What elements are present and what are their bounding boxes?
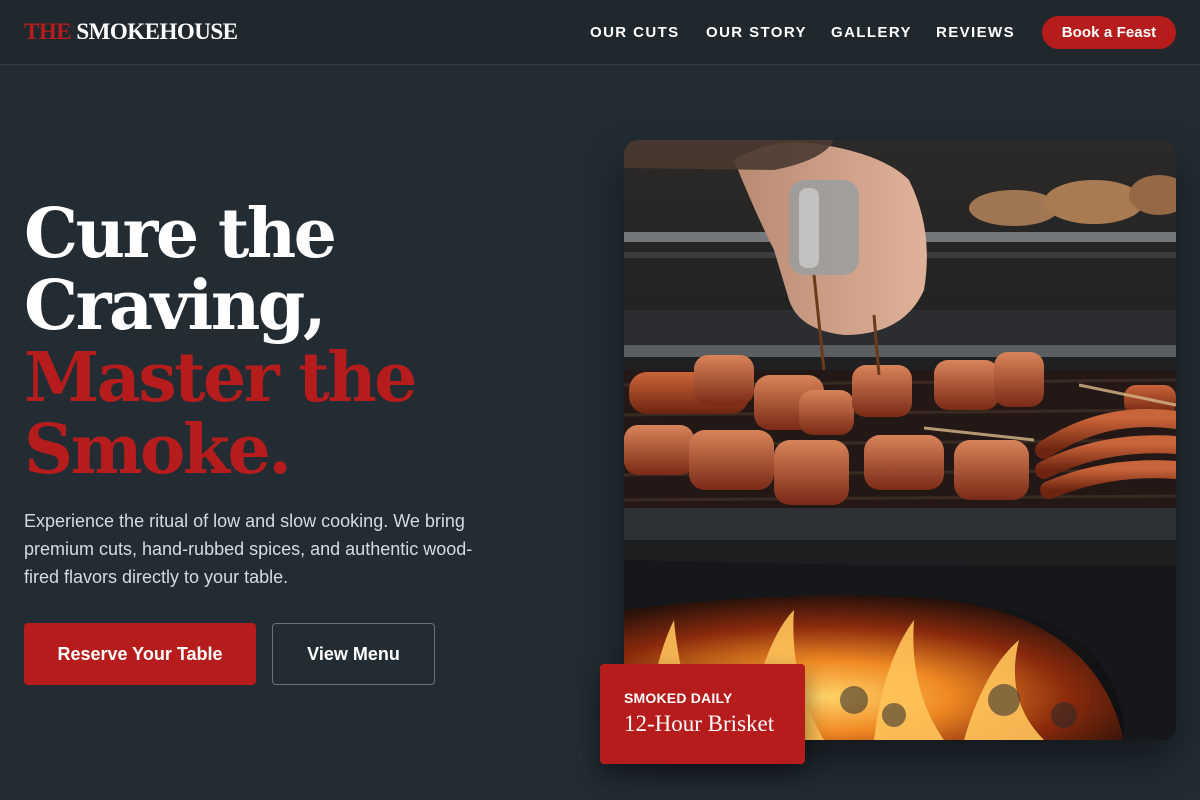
headline-line-2: Craving, xyxy=(24,266,327,346)
reserve-table-button[interactable]: Reserve Your Table xyxy=(24,623,256,685)
logo-accent-text: THE xyxy=(24,19,72,44)
nav-link-our-story[interactable]: OUR STORY xyxy=(706,24,807,41)
hero-grill-image xyxy=(624,140,1176,740)
hero-description: Experience the ritual of low and slow co… xyxy=(24,511,473,587)
badge-title: 12-Hour Brisket xyxy=(624,711,775,736)
logo-name-text: SMOKEHOUSE xyxy=(76,19,238,44)
smoked-daily-badge: SMOKED DAILY 12-Hour Brisket xyxy=(600,664,805,764)
grill-illustration xyxy=(624,140,1176,740)
headline-line-3: Master the xyxy=(24,338,417,418)
headline-line-4: Smoke. xyxy=(24,410,292,490)
badge-kicker: SMOKED DAILY xyxy=(624,690,733,706)
nav-link-gallery[interactable]: GALLERY xyxy=(831,24,912,41)
site-logo[interactable]: THE SMOKEHOUSE xyxy=(24,19,238,45)
hero-headline: Cure the Craving, Master the Smoke. xyxy=(24,198,584,486)
headline-line-1: Cure the xyxy=(24,194,337,274)
book-feast-button[interactable]: Book a Feast xyxy=(1042,16,1176,49)
view-menu-button[interactable]: View Menu xyxy=(272,623,435,685)
site-header: THE SMOKEHOUSE OUR CUTS OUR STORY GALLER… xyxy=(0,0,1200,65)
nav-link-our-cuts[interactable]: OUR CUTS xyxy=(590,24,680,41)
nav-link-reviews[interactable]: REVIEWS xyxy=(936,24,1015,41)
